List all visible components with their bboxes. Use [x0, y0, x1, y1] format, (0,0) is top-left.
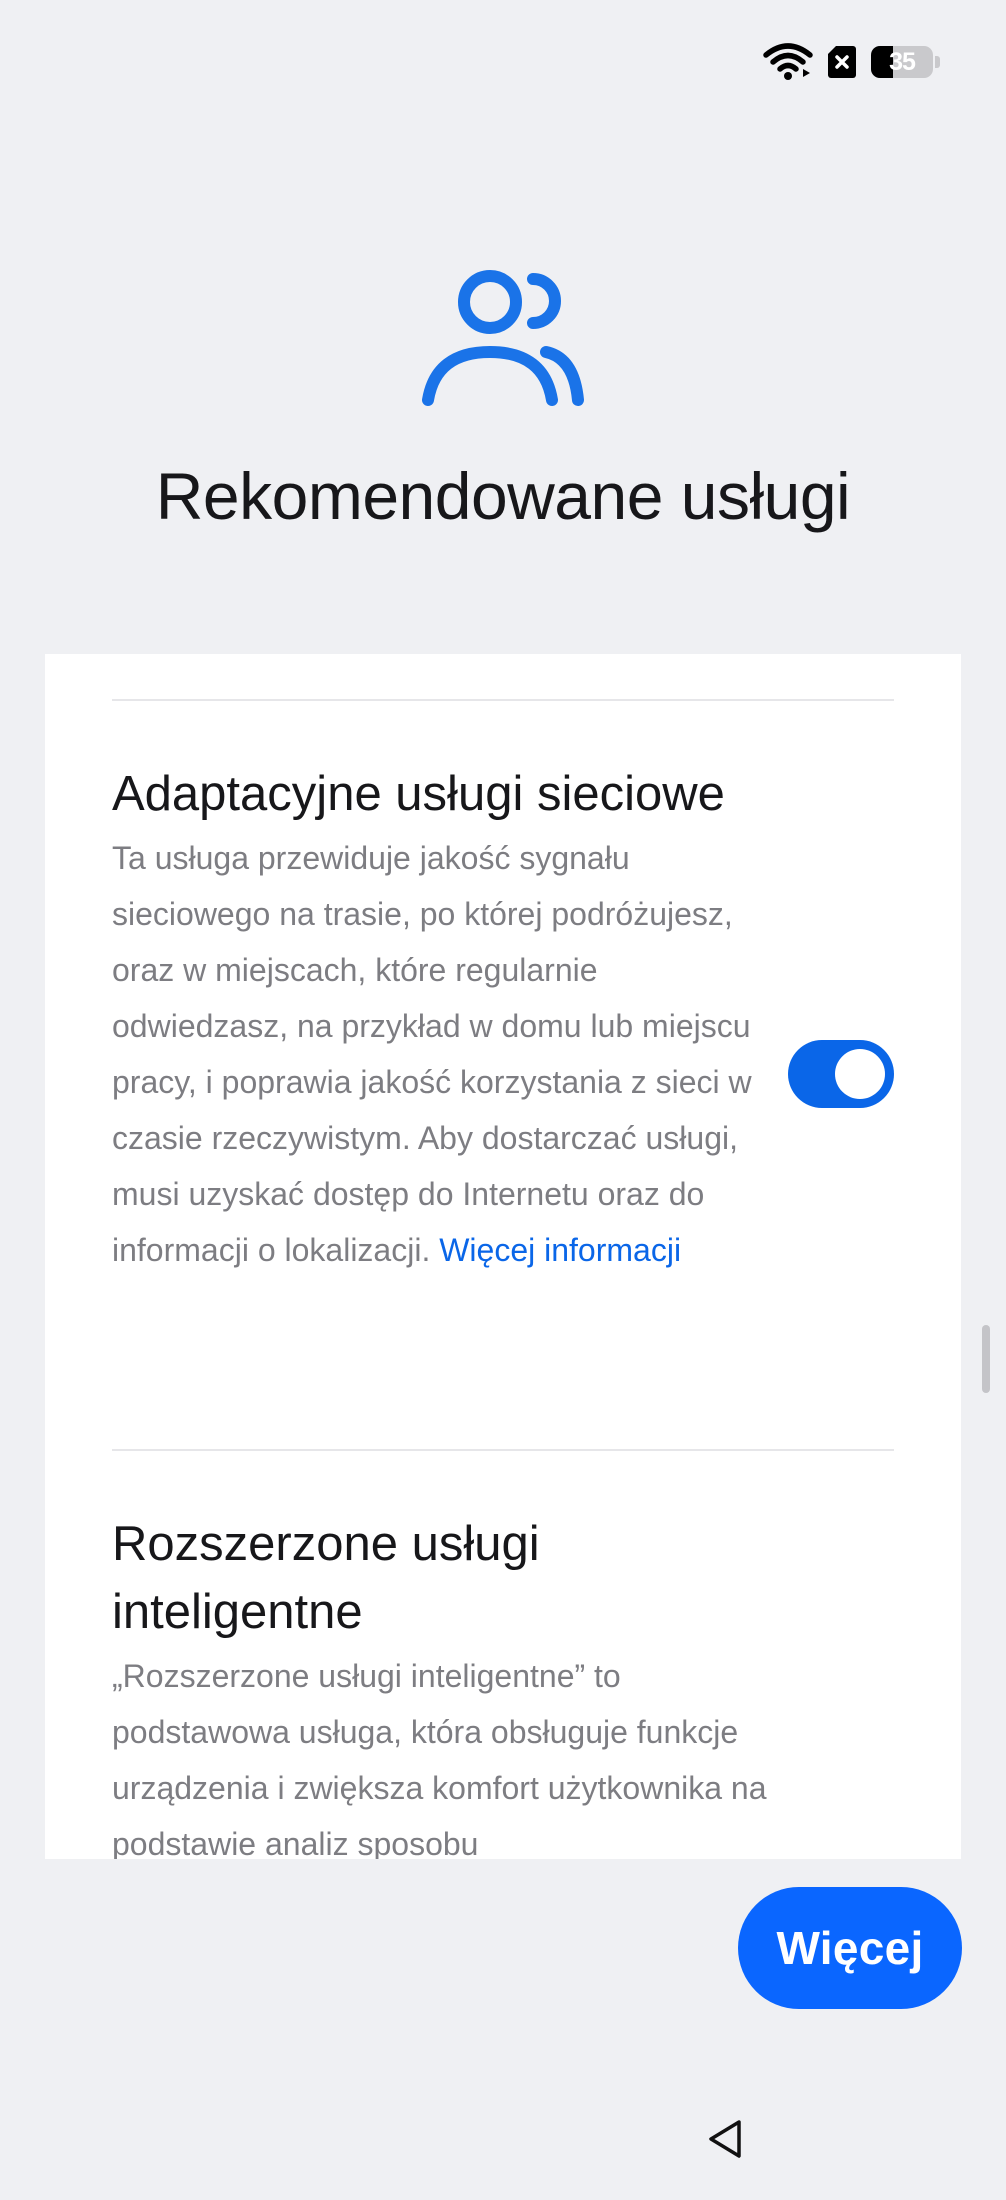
more-info-link[interactable]: Więcej informacji [439, 1232, 681, 1268]
battery-terminal [935, 56, 940, 68]
toggle-knob [835, 1049, 885, 1099]
screen: 35 Rekomendowane usługi Adaptacyjne usłu… [0, 0, 1006, 2200]
people-icon [420, 268, 586, 413]
battery-level: 35 [889, 47, 916, 76]
back-triangle-icon[interactable] [706, 2118, 746, 2165]
setting-description: „Rozszerzone usługi inteligentne” to pod… [112, 1658, 767, 1859]
wifi-icon [763, 43, 813, 81]
settings-card: Adaptacyjne usługi sieciowe Ta usługa pr… [45, 654, 961, 1859]
no-sim-icon [827, 45, 857, 79]
divider [112, 699, 894, 701]
setting-description-text: Ta usługa przewiduje jakość sygnału siec… [112, 840, 752, 1268]
more-button[interactable]: Więcej [738, 1887, 962, 2009]
status-bar: 35 [763, 40, 940, 84]
battery-icon: 35 [871, 46, 933, 78]
setting-title: Rozszerzone usługi inteligentne [112, 1517, 540, 1639]
setting-adaptive-network: Adaptacyjne usługi sieciowe Ta usługa pr… [112, 760, 772, 1278]
setting-description: Ta usługa przewiduje jakość sygnału siec… [112, 830, 772, 1278]
setting-smart-services: Rozszerzone usługi inteligentne „Rozszer… [112, 1510, 772, 1859]
divider [112, 1449, 894, 1451]
setting-title: Adaptacyjne usługi sieciowe [112, 767, 725, 821]
page-title: Rekomendowane usługi [155, 459, 851, 533]
scrollbar[interactable] [982, 1325, 990, 1393]
adaptive-network-toggle[interactable] [788, 1040, 894, 1108]
